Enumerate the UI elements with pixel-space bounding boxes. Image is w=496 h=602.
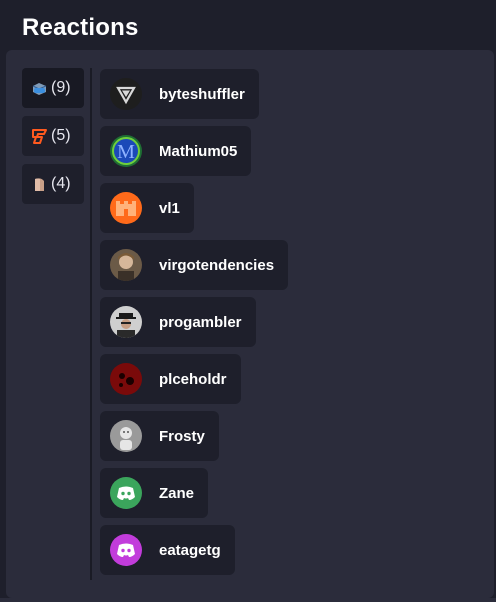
username: vl1 bbox=[159, 199, 180, 217]
discord-default-avatar bbox=[110, 534, 142, 566]
reaction-count: (9) bbox=[51, 79, 71, 96]
user-row[interactable]: Frosty bbox=[100, 411, 219, 461]
username: plceholdr bbox=[159, 370, 227, 388]
user-avatar bbox=[110, 420, 142, 452]
username: virgotendencies bbox=[159, 256, 275, 274]
user-row[interactable]: eatagetg bbox=[100, 525, 235, 575]
reaction-tab-2[interactable]: (5) bbox=[22, 116, 84, 156]
user-avatar bbox=[110, 249, 142, 281]
user-row[interactable]: virgotendencies bbox=[100, 240, 289, 290]
bottom-edge bbox=[0, 598, 496, 602]
username: byteshuffler bbox=[159, 85, 245, 103]
reaction-tab-1[interactable]: (9) bbox=[22, 68, 84, 108]
user-row[interactable]: M Mathium05 bbox=[100, 126, 252, 176]
reactions-panel: (9) (5) (4) byteshuffler M Mathium05 vl1… bbox=[6, 50, 494, 598]
user-avatar bbox=[110, 363, 142, 395]
username: eatagetg bbox=[159, 541, 221, 559]
orange-logo-emoji-icon bbox=[32, 128, 47, 144]
user-row[interactable]: Zane bbox=[100, 468, 209, 518]
user-avatar bbox=[110, 192, 142, 224]
username: progambler bbox=[159, 313, 242, 331]
reaction-tab-3[interactable]: (4) bbox=[22, 164, 84, 204]
reactions-modal: Reactions (9) (5) (4) byteshuffler M Mat… bbox=[0, 0, 496, 602]
modal-title: Reactions bbox=[22, 14, 139, 41]
reaction-count: (4) bbox=[51, 175, 71, 192]
user-avatar bbox=[110, 306, 142, 338]
username: Frosty bbox=[159, 427, 205, 445]
divider bbox=[90, 68, 92, 580]
discord-default-avatar bbox=[110, 477, 142, 509]
username: Mathium05 bbox=[159, 142, 238, 160]
cloud-cube-emoji-icon bbox=[32, 82, 47, 95]
username: Zane bbox=[159, 484, 195, 502]
user-row[interactable]: progambler bbox=[100, 297, 256, 347]
svg-text:M: M bbox=[117, 141, 135, 163]
user-row[interactable]: plceholdr bbox=[100, 354, 241, 404]
user-avatar bbox=[110, 78, 142, 110]
potato-emoji-icon bbox=[35, 177, 44, 191]
user-row[interactable]: byteshuffler bbox=[100, 69, 259, 119]
user-avatar: M bbox=[110, 135, 142, 167]
reaction-count: (5) bbox=[51, 127, 71, 144]
user-row[interactable]: vl1 bbox=[100, 183, 194, 233]
